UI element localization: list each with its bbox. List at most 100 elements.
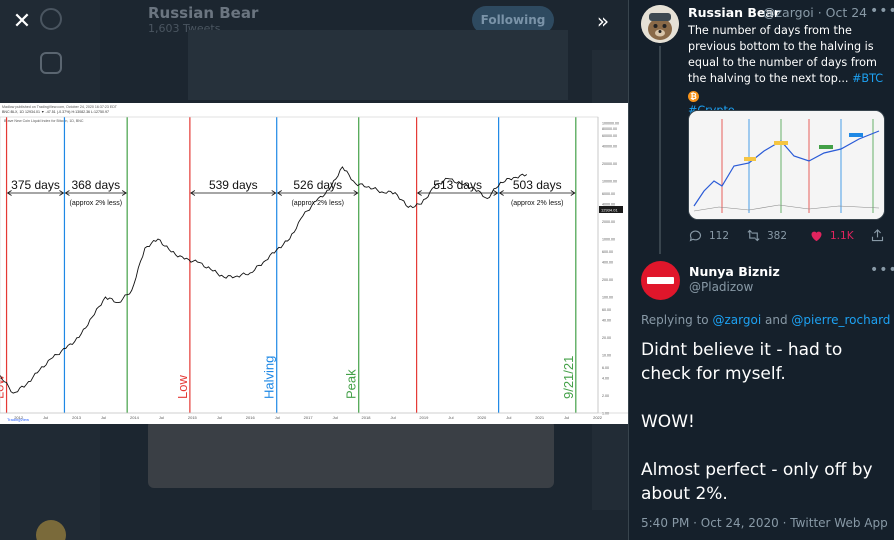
btc-chart: Madlow published on TradingView.com, Oct… [0,103,628,424]
double-chevron-right-icon: » [596,9,610,33]
tweet2-line2: WOW! [641,412,695,432]
x-tick-label: 2018 [362,415,372,420]
replying-prefix: Replying to [641,313,709,327]
tweet2-more-options-icon[interactable]: ••• [870,262,894,278]
x-tick-label: Jul [448,415,453,420]
x-tick-label: Jul [217,415,222,420]
y-tick-label: 40000.00 [602,144,617,148]
y-tick-label: 100000.00 [602,121,619,125]
no-entry-icon [647,277,674,284]
span-note-label: (approx 2% less) [70,200,123,207]
tweet2-handle[interactable]: @Pladizow [689,280,753,294]
share-icon [871,229,884,242]
share-button[interactable] [870,228,885,243]
y-tick-label: 100.00 [602,295,613,299]
tweet2-timestamp: 5:40 PM · Oct 24, 2020 · Twitter Web App [641,516,888,530]
x-tick-label: 2017 [304,415,314,420]
tweet2-time[interactable]: 5:40 PM · Oct 24, 2020 [641,516,779,530]
close-icon: ✕ [12,8,32,34]
y-tick-label: 2000.00 [602,220,615,224]
x-tick-label: Jul [564,415,569,420]
x-tick-label: 2019 [419,415,429,420]
cycle-line-label: Peak [344,369,359,399]
x-tick-label: Jul [390,415,395,420]
retweet-count: 382 [767,229,788,242]
tweet1-action-bar: 112 382 1.1K [688,228,888,248]
heart-icon [811,231,822,242]
chart-header-line1: Madlow published on TradingView.com, Oct… [2,105,118,109]
tweet2-line1: Didnt believe it - had to check for myse… [641,340,843,384]
x-tick-label: 2013 [72,415,82,420]
replying-mention-zargoi[interactable]: @zargoi [712,313,761,327]
y-tick-label: 200.00 [602,278,613,282]
chart-header-line3: Brave New Coin Liquid Index for Bitcoin,… [4,119,84,123]
x-tick-label: Jul [506,415,511,420]
y-tick-label: 6.00 [602,366,609,370]
x-tick-label: 2020 [477,415,487,420]
tweet2-line3: Almost perfect - only off by about 2%. [641,460,873,504]
y-tick-label: 10.00 [602,353,611,357]
twitter-logo-icon [40,8,62,30]
span-days-label: 526 days [293,178,342,192]
y-tick-label: 4000.00 [602,202,615,206]
tweet1-handle-date[interactable]: @zargoi · Oct 24 [763,5,867,20]
x-tick-label: Jul [159,415,164,420]
more-options-icon[interactable]: ••• [870,3,894,19]
replying-to: Replying to @zargoi and @pierre_rochard [641,313,890,327]
cycle-line-label: Low [0,375,7,399]
x-tick-label: Jul [333,415,338,420]
y-tick-label: 60.00 [602,308,611,312]
x-tick-label: Jul [101,415,106,420]
x-tick-label: Jul [275,415,280,420]
nunya-bizniz-avatar[interactable] [641,261,680,300]
cycle-line-label: Low [175,375,190,399]
tweet-media-image[interactable]: Madlow published on TradingView.com, Oct… [0,103,628,424]
background-chart-strip [188,30,568,100]
span-days-label: 368 days [71,178,120,192]
x-tick-label: 2022 [593,415,603,420]
y-tick-label: 40.00 [602,318,611,322]
reply-button[interactable]: 112 [688,228,729,243]
span-days-label: 513 days [433,178,482,192]
chart-header-line2: BNC:BLX, 1D 12934.01 ▼ -47.51 (-0.37%) H… [2,110,109,114]
y-tick-label: 1000.00 [602,237,615,241]
replying-mention-pierre[interactable]: @pierre_rochard [791,313,890,327]
span-days-label: 503 days [513,178,562,192]
tradingview-brand: TradingView [7,417,29,422]
close-button[interactable]: ✕ [4,3,40,39]
retweet-button[interactable]: 382 [746,228,787,243]
span-note-label: (approx 2% less) [291,200,344,207]
hashtag-btc[interactable]: #BTC [852,72,883,85]
reply-count: 112 [709,229,730,242]
tweet1-dot: · [817,5,826,20]
tweet2-text: Didnt believe it - had to check for myse… [641,338,891,506]
y-tick-label: 2.00 [602,394,609,398]
tweet1-media-thumbnail[interactable] [688,110,885,220]
thread-connector-line [659,46,661,254]
russian-bear-avatar[interactable] [641,5,679,43]
tweet-detail-panel: Russian Bear @zargoi · Oct 24 ••• The nu… [628,0,894,540]
home-icon [40,52,62,74]
y-tick-label: 400.00 [602,260,613,264]
like-count: 1.1K [830,229,854,242]
y-tick-label: 20000.00 [602,162,617,166]
y-tick-label: 600.00 [602,250,613,254]
span-days-label: 539 days [209,178,258,192]
tweet1-body: The number of days from the previous bot… [688,24,877,85]
tweet2-source[interactable]: Twitter Web App [790,516,887,530]
tweet1-text: The number of days from the previous bot… [688,23,888,119]
x-tick-label: 2015 [188,415,198,420]
like-button[interactable]: 1.1K [809,228,854,243]
bitcoin-icon: ₿ [688,91,699,102]
tweet1-date[interactable]: Oct 24 [826,5,868,20]
collapse-panel-button[interactable]: » [586,4,620,38]
reply-icon [689,230,702,242]
tweet2-author-name[interactable]: Nunya Bizniz [689,264,780,279]
replying-and: and [764,313,788,327]
tweet1-handle[interactable]: @zargoi [763,5,814,20]
y-tick-label: 10000.00 [602,179,617,183]
x-tick-label: 2021 [535,415,545,420]
y-tick-label: 80000.00 [602,127,617,131]
y-tick-label: 60000.00 [602,134,617,138]
y-tick-label: 6000.00 [602,192,615,196]
